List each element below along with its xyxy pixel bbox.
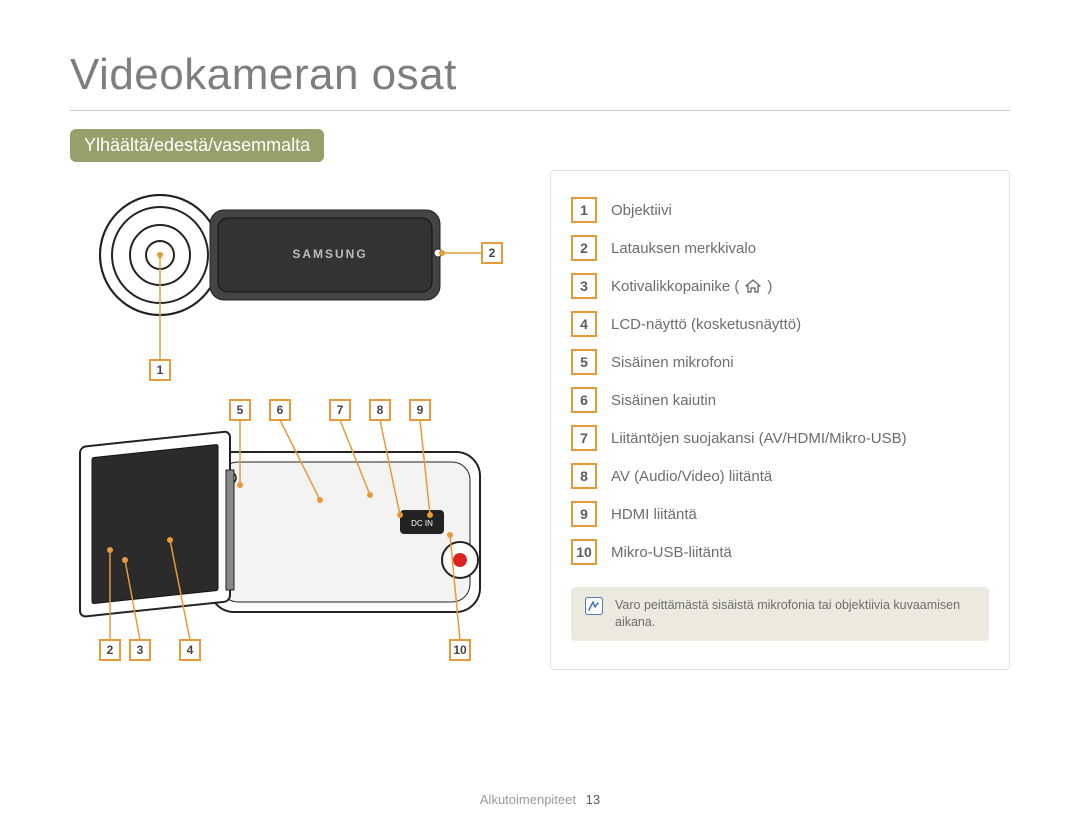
legend-row: 7 Liitäntöjen suojakansi (AV/HDMI/Mikro-U… [571, 425, 989, 451]
svg-text:6: 6 [277, 403, 284, 417]
legend-number: 6 [571, 387, 597, 413]
svg-text:2: 2 [107, 643, 114, 657]
svg-text:1: 1 [157, 363, 164, 377]
legend-number: 2 [571, 235, 597, 261]
legend-label: Objektiivi [611, 202, 672, 219]
legend-row: 6 Sisäinen kaiutin [571, 387, 989, 413]
note-text: Varo peittämästä sisäistä mikrofonia tai… [615, 597, 975, 631]
page-footer: Alkutoimenpiteet 13 [0, 792, 1080, 807]
legend-number: 4 [571, 311, 597, 337]
page-number: 13 [586, 792, 600, 807]
legend-label: Sisäinen kaiutin [611, 392, 716, 409]
legend-label: Kotivalikkopainike () [611, 278, 772, 295]
legend-label: Latauksen merkkivalo [611, 240, 756, 257]
info-icon [585, 597, 603, 615]
legend-label: AV (Audio/Video) liitäntä [611, 468, 772, 485]
legend-label: HDMI liitäntä [611, 506, 697, 523]
svg-text:5: 5 [237, 403, 244, 417]
page-title: Videokameran osat [70, 50, 1010, 100]
svg-text:7: 7 [337, 403, 344, 417]
legend-row: 4 LCD-näyttö (kosketusnäyttö) [571, 311, 989, 337]
svg-text:3: 3 [137, 643, 144, 657]
legend-label: Mikro-USB-liitäntä [611, 544, 732, 561]
legend-row: 1 Objektiivi [571, 197, 989, 223]
svg-text:10: 10 [453, 643, 467, 657]
legend-row: 9 HDMI liitäntä [571, 501, 989, 527]
legend-row: 3 Kotivalikkopainike () [571, 273, 989, 299]
legend-number: 1 [571, 197, 597, 223]
legend-row: 10 Mikro-USB-liitäntä [571, 539, 989, 565]
footer-section: Alkutoimenpiteet [480, 792, 576, 807]
legend-number: 9 [571, 501, 597, 527]
legend-row: 8 AV (Audio/Video) liitäntä [571, 463, 989, 489]
svg-text:8: 8 [377, 403, 384, 417]
diagram-area: SAMSUNG 2 1 [70, 170, 510, 670]
legend-number: 7 [571, 425, 597, 451]
legend-number: 3 [571, 273, 597, 299]
title-divider [70, 110, 1010, 111]
svg-text:9: 9 [417, 403, 424, 417]
legend-number: 8 [571, 463, 597, 489]
legend-row: 2 Latauksen merkkivalo [571, 235, 989, 261]
legend-label: LCD-näyttö (kosketusnäyttö) [611, 316, 801, 333]
brand-logo: SAMSUNG [292, 247, 367, 261]
svg-text:DC IN: DC IN [411, 519, 433, 528]
legend-label: Liitäntöjen suojakansi (AV/HDMI/Mikro-US… [611, 430, 907, 447]
legend-number: 5 [571, 349, 597, 375]
legend-panel: 1 Objektiivi 2 Latauksen merkkivalo 3 Kotival… [550, 170, 1010, 670]
section-tab: Ylhäältä/edestä/vasemmalta [70, 129, 324, 162]
svg-text:2: 2 [489, 246, 496, 260]
legend-number: 10 [571, 539, 597, 565]
svg-text:4: 4 [187, 643, 194, 657]
legend-label: Sisäinen mikrofoni [611, 354, 734, 371]
note-box: Varo peittämästä sisäistä mikrofonia tai… [571, 587, 989, 641]
legend-row: 5 Sisäinen mikrofoni [571, 349, 989, 375]
home-icon [745, 279, 761, 293]
